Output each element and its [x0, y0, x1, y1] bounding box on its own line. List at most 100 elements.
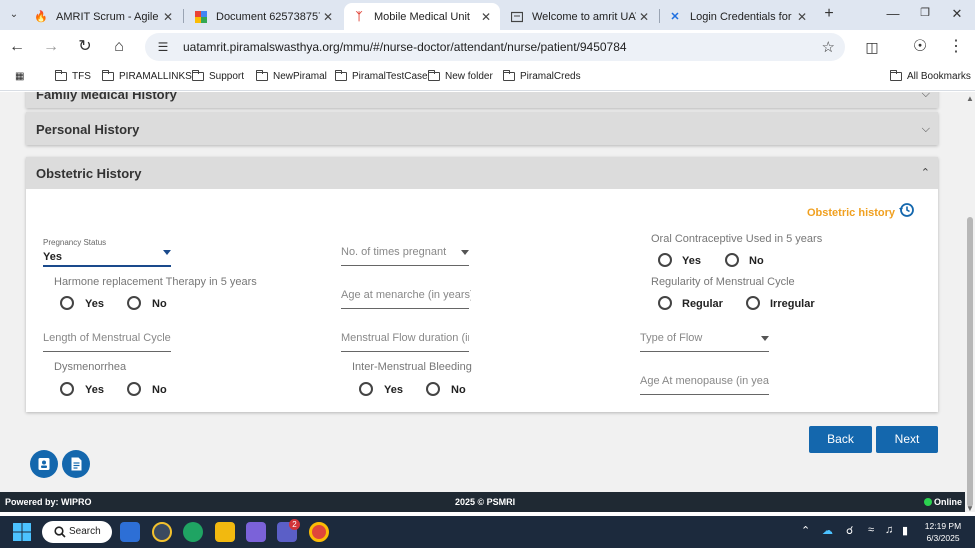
- close-tab-icon[interactable]: ✕: [794, 10, 810, 24]
- close-tab-icon[interactable]: ✕: [478, 10, 494, 24]
- bookmark-piramaltestcase[interactable]: PiramalTestCase: [335, 70, 428, 82]
- intermenstrual-yes-radio[interactable]: [359, 382, 373, 396]
- edge-icon[interactable]: [183, 522, 203, 542]
- tray-chevron-icon[interactable]: ⌃: [801, 524, 810, 537]
- dysmenorrhea-yes-radio[interactable]: [60, 382, 74, 396]
- regular-radio[interactable]: [658, 296, 672, 310]
- hrt-yes-radio[interactable]: [60, 296, 74, 310]
- back-arrow-icon[interactable]: ←: [6, 36, 28, 58]
- site-settings-icon[interactable]: ☰: [155, 39, 171, 55]
- wifi-icon[interactable]: ≈: [868, 524, 874, 536]
- family-medical-history-panel[interactable]: Family Medical History ⌵: [26, 92, 938, 108]
- close-window-icon[interactable]: ✕: [942, 6, 972, 22]
- minimize-icon[interactable]: —: [878, 6, 908, 21]
- dysmenorrhea-no-radio[interactable]: [127, 382, 141, 396]
- bookmark-piramallinks[interactable]: PIRAMALLINKS: [102, 70, 192, 82]
- url-text[interactable]: uatamrit.piramalswasthya.org/mmu/#/nurse…: [183, 40, 627, 54]
- tab-login-credentials[interactable]: ✕ Login Credentials for all S ✕: [660, 3, 816, 30]
- age-menarche-input[interactable]: Age at menarche (in years): [341, 289, 471, 301]
- panel-header[interactable]: Family Medical History ⌵: [26, 92, 938, 108]
- irregular-radio[interactable]: [746, 296, 760, 310]
- chevron-down-icon[interactable]: [761, 336, 769, 341]
- radio-label: Yes: [85, 298, 104, 310]
- all-bookmarks[interactable]: All Bookmarks: [890, 70, 971, 82]
- cycle-length-input[interactable]: Length of Menstrual Cycle (: [43, 332, 171, 344]
- tab-welcome-amrit[interactable]: Welcome to amrit UAT er ✕: [502, 3, 658, 30]
- bookmark-newpiramal[interactable]: NewPiramal: [256, 70, 327, 82]
- panel-header[interactable]: Personal History ⌵: [26, 112, 938, 145]
- tab-amrit-scrum[interactable]: 🔥 AMRIT Scrum - Agile Boa ✕: [26, 3, 182, 30]
- bookmark-piramalcreds[interactable]: PiramalCreds: [503, 70, 581, 82]
- times-pregnant-select[interactable]: No. of times pregnant: [341, 246, 453, 258]
- document-button[interactable]: [62, 450, 90, 478]
- tab-search-button[interactable]: ⌄: [4, 5, 24, 25]
- piramal-icon: ᛉ: [355, 10, 363, 23]
- bookmark-new-folder[interactable]: New folder: [428, 70, 493, 82]
- back-button[interactable]: Back: [809, 426, 872, 453]
- patient-card-button[interactable]: [30, 450, 58, 478]
- restore-icon[interactable]: ❐: [910, 6, 940, 19]
- oral-contraceptive-label: Oral Contraceptive Used in 5 years: [651, 233, 823, 245]
- chevron-down-icon[interactable]: ⌵: [922, 92, 930, 101]
- extensions-icon[interactable]: ◫: [861, 36, 883, 58]
- age-menopause-input[interactable]: Age At menopause (in years: [640, 375, 769, 387]
- m365-icon[interactable]: [246, 522, 266, 542]
- folder-icon: [192, 70, 204, 81]
- chevron-down-icon[interactable]: [461, 250, 469, 255]
- online-status: Online: [934, 497, 963, 507]
- scroll-thumb[interactable]: [967, 217, 973, 507]
- oral-contraceptive-yes-radio[interactable]: [658, 253, 672, 267]
- chevron-down-icon[interactable]: ⌵: [922, 123, 930, 136]
- obstetric-history-link[interactable]: Obstetric history: [807, 207, 895, 219]
- new-tab-button[interactable]: +: [820, 5, 838, 23]
- windows-taskbar: Search 2 ⌃ ☁ ☌ ≈ ♫ ▮ 12:19 PM 6/3/2025: [0, 516, 975, 548]
- battery-icon[interactable]: ▮: [902, 524, 908, 537]
- volume-icon[interactable]: ♫: [885, 524, 893, 536]
- flow-duration-input[interactable]: Menstrual Flow duration (in: [341, 332, 469, 344]
- pregnancy-status-value[interactable]: Yes: [43, 251, 62, 263]
- mic-muted-icon[interactable]: ☌: [846, 524, 853, 537]
- task-view-icon[interactable]: [120, 522, 140, 542]
- forward-arrow-icon[interactable]: →: [40, 36, 62, 58]
- intermenstrual-no-radio[interactable]: [426, 382, 440, 396]
- file-explorer-icon[interactable]: [215, 522, 235, 542]
- chrome-icon[interactable]: [152, 522, 172, 542]
- google-docs-icon: [194, 10, 208, 24]
- folder-icon: [335, 70, 347, 81]
- system-clock[interactable]: 12:19 PM 6/3/2025: [921, 520, 965, 544]
- chevron-down-icon[interactable]: [163, 250, 171, 255]
- close-tab-icon[interactable]: ✕: [320, 10, 336, 24]
- onedrive-icon[interactable]: ☁: [822, 524, 833, 537]
- scroll-up-icon[interactable]: ▲: [966, 94, 974, 103]
- pregnancy-status-label: Pregnancy Status: [43, 238, 107, 247]
- panel-header[interactable]: Obstetric History ⌃: [26, 157, 938, 189]
- scroll-down-icon[interactable]: ▼: [966, 504, 974, 513]
- close-tab-icon[interactable]: ✕: [636, 10, 652, 24]
- personal-history-panel[interactable]: Personal History ⌵: [26, 112, 938, 145]
- taskbar-search[interactable]: Search: [42, 521, 112, 543]
- profile-icon[interactable]: ☉: [909, 36, 931, 58]
- bookmark-support[interactable]: Support: [192, 70, 244, 82]
- oral-contraceptive-no-radio[interactable]: [725, 253, 739, 267]
- pregnancy-status-select[interactable]: [43, 265, 171, 267]
- radio-label: No: [152, 384, 167, 396]
- chevron-up-icon[interactable]: ⌃: [921, 166, 930, 179]
- bookmark-star-icon[interactable]: ☆: [822, 38, 835, 56]
- windows-start-icon[interactable]: [12, 522, 32, 542]
- history-icon[interactable]: [899, 202, 915, 218]
- page-scrollbar[interactable]: ▲ ▼: [965, 92, 975, 513]
- apps-grid-icon[interactable]: ▦: [15, 71, 24, 82]
- tab-document[interactable]: Document 625738757.do ✕: [186, 3, 342, 30]
- next-button[interactable]: Next: [876, 426, 938, 453]
- address-bar[interactable]: ☰ uatamrit.piramalswasthya.org/mmu/#/nur…: [145, 33, 845, 61]
- chrome-profile-icon[interactable]: [309, 522, 329, 542]
- hrt-no-radio[interactable]: [127, 296, 141, 310]
- tab-mobile-medical-unit[interactable]: ᛉ Mobile Medical Unit ✕: [344, 3, 500, 30]
- hrt-label: Harmone replacement Therapy in 5 years: [54, 276, 257, 288]
- menu-kebab-icon[interactable]: ⋮: [945, 36, 967, 58]
- bookmark-tfs[interactable]: TFS: [55, 70, 91, 82]
- home-icon[interactable]: ⌂: [108, 36, 130, 58]
- close-tab-icon[interactable]: ✕: [160, 10, 176, 24]
- type-of-flow-select[interactable]: Type of Flow: [640, 332, 750, 344]
- reload-icon[interactable]: ↻: [74, 36, 96, 58]
